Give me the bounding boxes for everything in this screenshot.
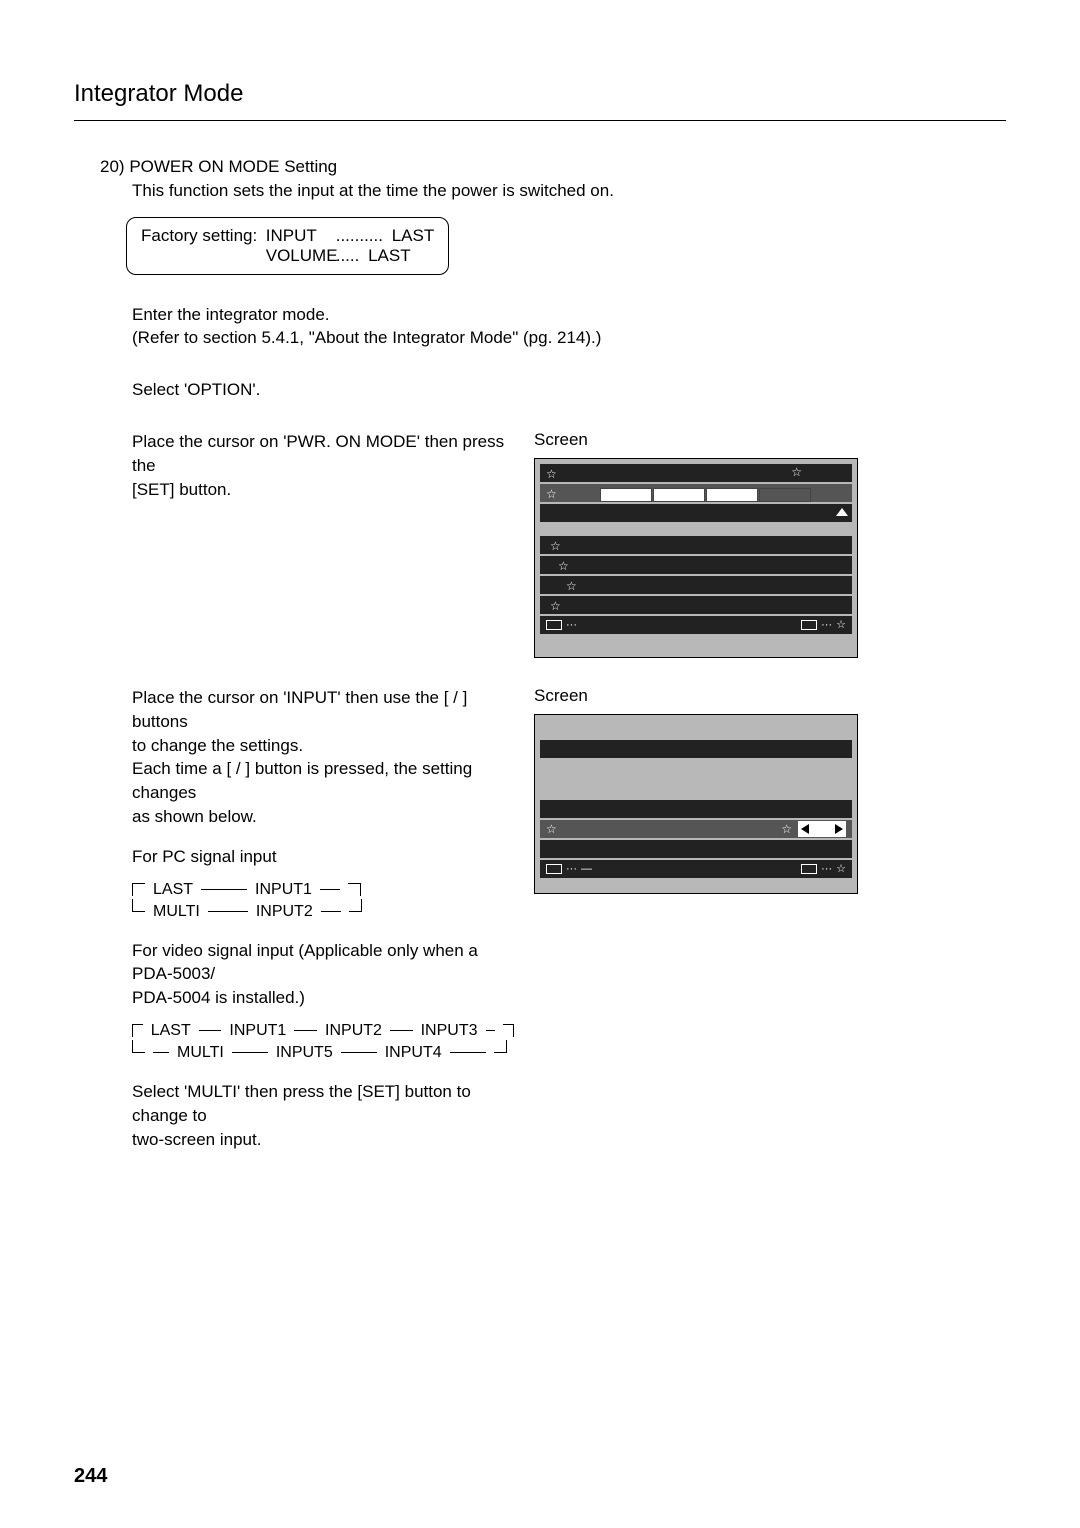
step-cursor-input-2: to change the settings. <box>132 734 514 758</box>
for-video-label-1: For video signal input (Applicable only … <box>132 939 514 987</box>
screen-mock-1: ☆☆ ☆ ☆ ☆ ☆ ☆ ··· ···☆ <box>534 458 858 658</box>
section-desc: This function sets the input at the time… <box>132 179 1006 203</box>
step-cursor-input-1: Place the cursor on 'INPUT' then use the… <box>132 686 514 734</box>
nav-box-icon <box>801 864 817 874</box>
for-pc-label: For PC signal input <box>132 845 514 869</box>
page-title: Integrator Mode <box>74 80 1006 121</box>
step-select-multi-2: two-screen input. <box>132 1128 514 1152</box>
for-video-label-2: PDA-5004 is installed.) <box>132 986 514 1010</box>
flow-video: LAST INPUT1 INPUT2 INPUT3 MULTI INPUT5 <box>132 1020 514 1064</box>
step-select-option: Select 'OPTION'. <box>132 378 1006 402</box>
step-cursor-pwr-2: [SET] button. <box>132 478 514 502</box>
step-enter: Enter the integrator mode. <box>132 303 1006 327</box>
step-select-multi-1: Select 'MULTI' then press the [SET] butt… <box>132 1080 514 1128</box>
nav-box-icon <box>801 620 817 630</box>
step-each-time-2: as shown below. <box>132 805 514 829</box>
screen-label-2: Screen <box>534 686 864 706</box>
screen-mock-2: ☆ ☆ ··· — ···☆ <box>534 714 858 894</box>
flow-pc: LAST INPUT1 MULTI INPUT2 <box>132 879 514 923</box>
step-refer: (Refer to section 5.4.1, "About the Inte… <box>132 326 1006 350</box>
section-heading: 20) POWER ON MODE Setting <box>100 155 1006 179</box>
screen-label-1: Screen <box>534 430 864 450</box>
step-each-time-1: Each time a [ / ] button is pressed, the… <box>132 757 514 805</box>
nav-box-icon <box>546 864 562 874</box>
step-cursor-pwr-1: Place the cursor on 'PWR. ON MODE' then … <box>132 430 514 478</box>
nav-box-icon <box>546 620 562 630</box>
left-right-arrows-icon <box>798 821 846 837</box>
factory-setting-box: Factory setting: INPUT.......... LAST VO… <box>126 217 449 275</box>
up-triangle-icon <box>836 508 848 516</box>
page-number: 244 <box>74 1465 107 1488</box>
